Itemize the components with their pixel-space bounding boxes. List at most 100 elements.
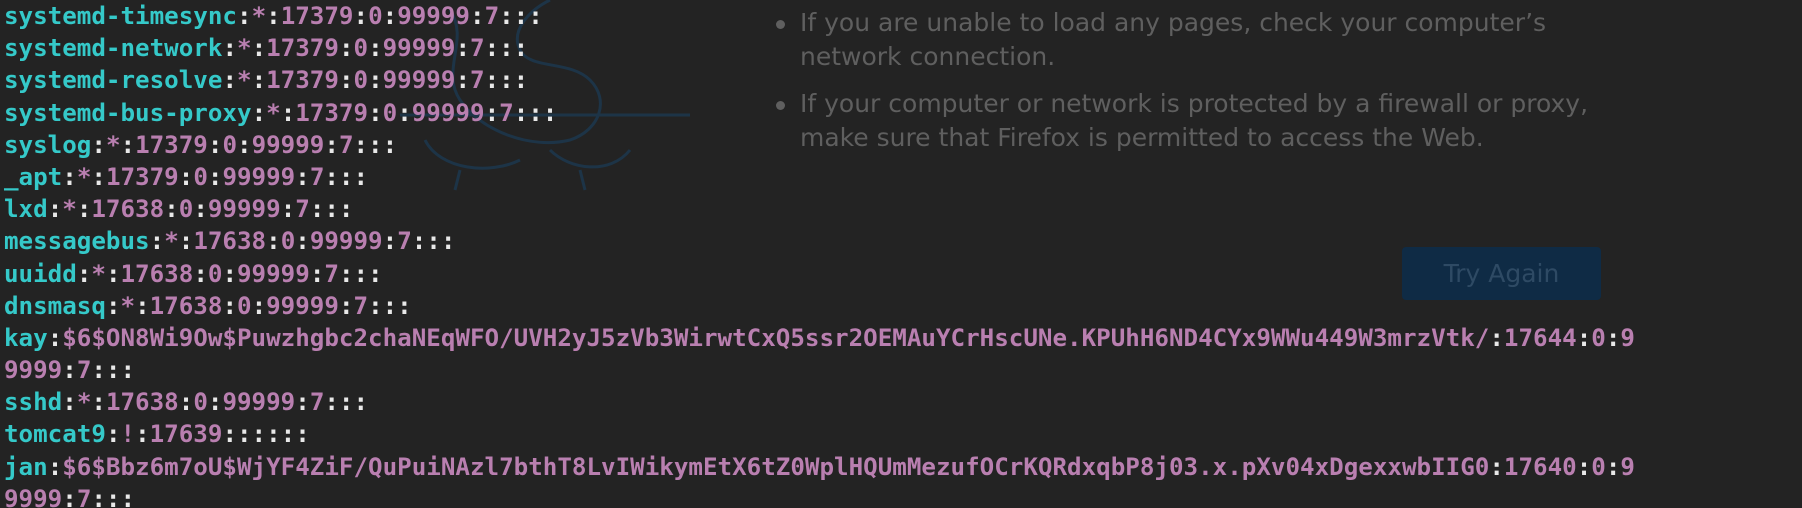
field-separator: ::: bbox=[353, 130, 398, 159]
field-separator: : bbox=[368, 98, 383, 127]
field-separator: ::: bbox=[324, 388, 369, 417]
field-separator: : bbox=[1576, 323, 1592, 352]
shadow-field: 17379 bbox=[295, 98, 369, 127]
field-separator: ::: bbox=[91, 484, 136, 508]
field-separator: : bbox=[280, 98, 296, 127]
terminal-line: _apt:*:17379:0:99999:7::: bbox=[4, 161, 1802, 193]
shadow-field: 17638 bbox=[91, 195, 165, 224]
terminal-line: systemd-resolve:*:17379:0:99999:7::: bbox=[4, 64, 1802, 96]
field-separator: : bbox=[1605, 323, 1621, 352]
field-separator: : bbox=[193, 195, 208, 224]
terminal-output[interactable]: systemd-timesync:*:17379:0:99999:7::: sys… bbox=[4, 0, 1802, 508]
shadow-field: 17379 bbox=[105, 162, 179, 191]
shadow-field: 0 bbox=[280, 227, 296, 256]
shadow-username: messagebus bbox=[4, 227, 150, 256]
field-separator: : bbox=[338, 66, 354, 95]
field-separator: ::: bbox=[513, 98, 558, 127]
field-separator: : bbox=[91, 388, 106, 417]
shadow-field: 99999 bbox=[207, 195, 281, 224]
field-separator: : bbox=[251, 291, 267, 320]
shadow-field: * bbox=[164, 227, 179, 256]
field-separator: : bbox=[91, 162, 106, 191]
shadow-field: 17644 bbox=[1503, 323, 1577, 352]
field-separator: : bbox=[47, 195, 63, 224]
field-separator: : bbox=[295, 227, 310, 256]
shadow-field: 0 bbox=[382, 98, 398, 127]
field-separator: : bbox=[382, 227, 398, 256]
shadow-username: systemd-bus-proxy bbox=[4, 98, 252, 127]
shadow-field: * bbox=[76, 162, 92, 191]
shadow-field: 7 bbox=[76, 356, 92, 385]
terminal-line: kay: $6$ON8Wi9Ow$Puwzhgbc2chaNEqWFO/UVH2y… bbox=[4, 322, 1802, 354]
terminal-line: tomcat9:!:17639:::::: bbox=[4, 418, 1802, 450]
shadow-field: 0 bbox=[193, 388, 208, 417]
shadow-field: * bbox=[120, 291, 136, 320]
shadow-username: sshd bbox=[4, 388, 63, 417]
field-separator: : bbox=[266, 2, 281, 30]
shadow-field: 7 bbox=[353, 291, 369, 320]
shadow-field: 17379 bbox=[266, 66, 339, 95]
terminal-line: systemd-bus-proxy:*:17379:0:99999:7::: bbox=[4, 97, 1802, 129]
shadow-field: 17638 bbox=[120, 259, 194, 288]
field-separator: : bbox=[193, 259, 208, 288]
terminal-line: uuidd:*:17638:0:99999:7::: bbox=[4, 258, 1802, 290]
field-separator: : bbox=[368, 34, 383, 63]
shadow-field: 99999 bbox=[382, 66, 456, 95]
field-separator: ::: bbox=[338, 259, 383, 288]
shadow-field: 0 bbox=[353, 34, 369, 63]
field-separator: : bbox=[251, 34, 267, 63]
shadow-field: * bbox=[62, 195, 77, 224]
terminal-line: systemd-network:*:17379:0:99999:7::: bbox=[4, 32, 1802, 64]
shadow-field: 9 bbox=[1620, 323, 1635, 352]
field-separator: : bbox=[135, 291, 150, 320]
shadow-field: 17638 bbox=[105, 388, 179, 417]
field-separator: : bbox=[338, 291, 354, 320]
terminal-line: dnsmasq:*:17638:0:99999:7::: bbox=[4, 290, 1802, 322]
shadow-field: * bbox=[266, 98, 281, 127]
terminal-line: 9999:7::: bbox=[4, 354, 1802, 386]
terminal-line: systemd-timesync:*:17379:0:99999:7::: bbox=[4, 0, 1802, 32]
shadow-field: 0 bbox=[207, 259, 223, 288]
field-separator: ::: bbox=[309, 195, 354, 224]
shadow-field: 0 bbox=[222, 130, 237, 159]
field-separator: ::: bbox=[484, 34, 529, 63]
field-separator: : bbox=[76, 259, 92, 288]
field-separator: : bbox=[368, 66, 383, 95]
field-separator: : bbox=[149, 227, 165, 256]
field-separator: : bbox=[76, 195, 92, 224]
shadow-field: 99999 bbox=[237, 259, 310, 288]
shadow-field: 99999 bbox=[382, 34, 456, 63]
shadow-field: 9999 bbox=[4, 356, 63, 385]
field-separator: : bbox=[47, 452, 63, 481]
shadow-field: 17379 bbox=[266, 34, 339, 63]
shadow-field: 99999 bbox=[411, 98, 485, 127]
terminal-line: syslog:*:17379:0:99999:7::: bbox=[4, 129, 1802, 161]
shadow-field: 0 bbox=[237, 291, 252, 320]
field-separator: : bbox=[91, 130, 106, 159]
field-separator: : bbox=[222, 291, 237, 320]
field-separator: : bbox=[105, 420, 121, 449]
shadow-field: * bbox=[251, 2, 267, 30]
shadow-username: syslog bbox=[4, 130, 92, 159]
field-separator: : bbox=[62, 388, 77, 417]
terminal-window[interactable]: If you are unable to load any pages, che… bbox=[0, 0, 1802, 508]
shadow-username: dnsmasq bbox=[4, 291, 106, 320]
shadow-field: 0 bbox=[1591, 452, 1606, 481]
field-separator: ::: bbox=[324, 162, 369, 191]
field-separator: : bbox=[207, 162, 223, 191]
field-separator: : bbox=[309, 259, 325, 288]
shadow-field: 0 bbox=[353, 66, 369, 95]
shadow-field: 99999 bbox=[397, 2, 470, 30]
field-separator: : bbox=[178, 227, 194, 256]
field-separator: ::: bbox=[499, 2, 543, 30]
field-separator: : bbox=[105, 291, 121, 320]
field-separator: : bbox=[251, 66, 267, 95]
shadow-username: kay bbox=[4, 323, 48, 352]
field-separator: : bbox=[455, 34, 470, 63]
field-separator: : bbox=[280, 195, 296, 224]
field-separator: : bbox=[1605, 452, 1621, 481]
field-separator: : bbox=[470, 2, 485, 30]
shadow-field: $6$ON8Wi9Ow$Puwzhgbc2chaNEqWFO/UVH2yJ5zV… bbox=[62, 323, 1490, 352]
shadow-field: 17639 bbox=[149, 420, 223, 449]
shadow-field: ! bbox=[120, 420, 136, 449]
